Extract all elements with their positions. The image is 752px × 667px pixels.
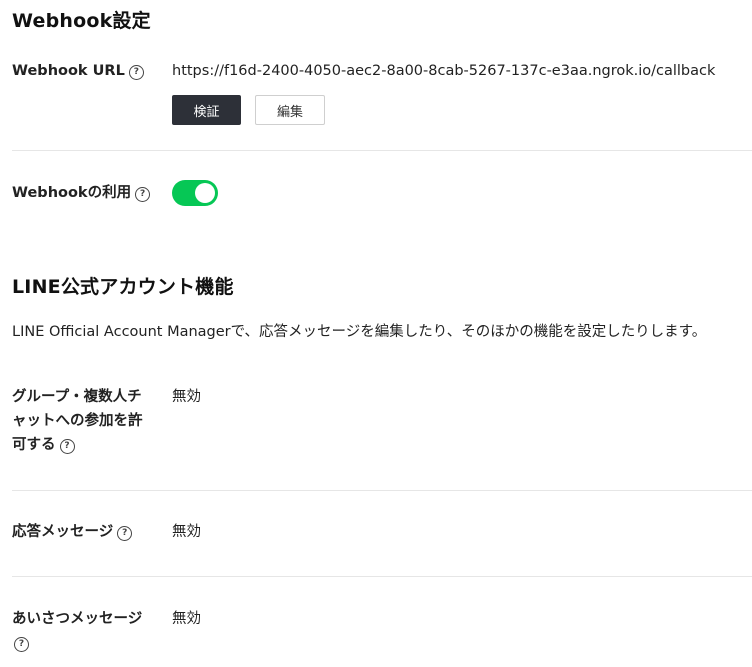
divider <box>12 490 752 491</box>
auto-reply-label: 応答メッセージ? <box>12 520 133 544</box>
auto-reply-label-text: 応答メッセージ <box>12 524 114 540</box>
webhook-url-value: https://f16d-2400-4050-aec2-8a00-8cab-52… <box>172 63 716 79</box>
auto-reply-value: 無効 <box>172 524 201 540</box>
greeting-value: 無効 <box>172 611 201 627</box>
help-icon[interactable]: ? <box>14 637 29 652</box>
group-chat-label-line: ャットへの参加を許 <box>12 413 143 429</box>
webhook-url-label-text: Webhook URL <box>12 63 125 79</box>
group-chat-value: 無効 <box>172 389 201 405</box>
help-icon[interactable]: ? <box>135 187 151 202</box>
webhook-url-label: Webhook URL? <box>12 59 144 83</box>
group-chat-label-line: グループ・複数人チ <box>12 389 142 405</box>
greeting-label-text: あいさつメッセージ <box>12 611 143 627</box>
use-webhook-label-text: Webhookの利用 <box>12 185 132 201</box>
divider <box>12 576 752 577</box>
group-chat-label-line: 可する? <box>12 433 143 457</box>
use-webhook-label: Webhookの利用? <box>12 181 151 205</box>
edit-button[interactable]: 編集 <box>255 95 325 125</box>
group-chat-label-line-text: 可する <box>12 437 56 453</box>
use-webhook-toggle[interactable] <box>172 180 218 206</box>
toggle-knob <box>195 183 215 203</box>
help-icon[interactable]: ? <box>117 526 133 541</box>
help-icon[interactable]: ? <box>128 65 144 80</box>
verify-button[interactable]: 検証 <box>172 95 241 125</box>
help-icon[interactable]: ? <box>59 439 75 454</box>
group-chat-label: グループ・複数人チ ャットへの参加を許 可する? <box>12 385 143 457</box>
greeting-label: あいさつメッセージ ? <box>12 607 142 655</box>
greeting-help-row: ? <box>12 631 142 655</box>
webhook-settings-title: Webhook設定 <box>12 10 151 32</box>
oa-features-description: LINE Official Account Managerで、応答メッセージを編… <box>12 324 707 340</box>
divider <box>12 150 752 151</box>
oa-features-title: LINE公式アカウント機能 <box>12 276 234 298</box>
